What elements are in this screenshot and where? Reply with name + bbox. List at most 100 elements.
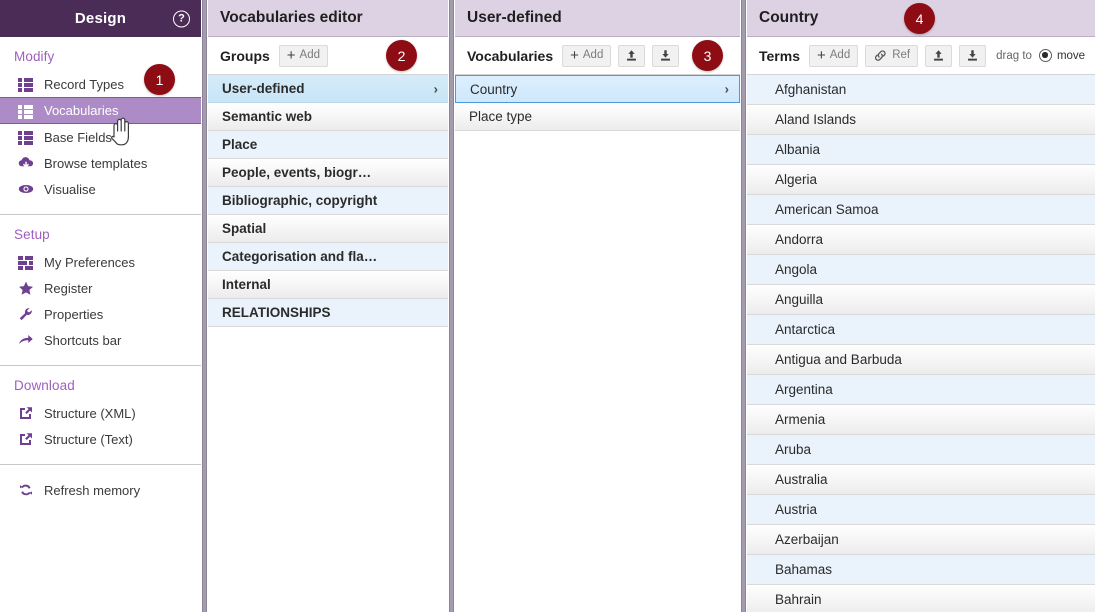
sidebar-item-properties[interactable]: Properties — [0, 301, 201, 327]
upload-icon — [932, 49, 945, 62]
sidebar-item-label: Visualise — [44, 182, 96, 197]
design-panel-title: Design — [75, 10, 126, 27]
radio-move[interactable]: move — [1039, 49, 1085, 62]
groups-row-people-events[interactable]: People, events, biogr… — [208, 159, 448, 187]
arrow-right-curve-icon — [17, 332, 35, 348]
vocabularies-add-label: Add — [583, 50, 603, 62]
table-row[interactable]: Albania — [747, 135, 1095, 165]
sidebar-item-refresh-memory[interactable]: Refresh memory — [0, 477, 201, 503]
row-label: Spatial — [222, 221, 266, 236]
sidebar-item-structure-text[interactable]: Structure (Text) — [0, 426, 201, 452]
table-row[interactable]: Antarctica — [747, 315, 1095, 345]
table-row[interactable]: Bahamas — [747, 555, 1095, 585]
row-label: User-defined — [222, 81, 305, 96]
help-circle-icon[interactable]: ? — [173, 10, 190, 27]
vocabularies-list: Country › Place type — [455, 75, 740, 612]
sidebar-item-label: My Preferences — [44, 255, 135, 270]
sidebar-item-register[interactable]: Register — [0, 275, 201, 301]
terms-add-button[interactable]: + Add — [809, 45, 858, 67]
row-label: Country — [470, 82, 517, 97]
sidebar-item-label: Properties — [44, 307, 103, 322]
sidebar-item-browse-templates[interactable]: Browse templates — [0, 150, 201, 176]
table-row[interactable]: Afghanistan — [747, 75, 1095, 105]
design-sidebar-panel: Design ? Modify Record Types Vocabularie… — [0, 0, 201, 612]
vocabularies-row-country[interactable]: Country › — [455, 75, 740, 103]
sidebar-item-my-preferences[interactable]: My Preferences — [0, 249, 201, 275]
table-row[interactable]: Aland Islands — [747, 105, 1095, 135]
external-link-icon — [17, 431, 35, 447]
groups-row-categorisation[interactable]: Categorisation and fla… — [208, 243, 448, 271]
wrench-icon — [17, 306, 35, 322]
table-row[interactable]: Antigua and Barbuda — [747, 345, 1095, 375]
link-icon — [873, 49, 888, 62]
sidebar-item-label: Record Types — [44, 77, 124, 92]
list-icon — [17, 129, 35, 145]
sidebar-item-label: Register — [44, 281, 92, 296]
chevron-right-icon: › — [725, 82, 729, 97]
term-label: Aland Islands — [775, 112, 856, 127]
table-row[interactable]: Algeria — [747, 165, 1095, 195]
list-icon — [17, 76, 35, 92]
radio-move-label: move — [1057, 50, 1085, 62]
table-row[interactable]: American Samoa — [747, 195, 1095, 225]
groups-add-button[interactable]: + Add — [279, 45, 328, 67]
groups-row-internal[interactable]: Internal — [208, 271, 448, 299]
plus-icon: + — [570, 50, 579, 62]
groups-add-label: Add — [300, 50, 320, 62]
groups-row-user-defined[interactable]: User-defined › — [208, 75, 448, 103]
table-row[interactable]: Australia — [747, 465, 1095, 495]
vocabularies-add-button[interactable]: + Add — [562, 45, 611, 67]
terms-ref-button[interactable]: Ref — [865, 45, 918, 67]
refresh-icon — [17, 482, 35, 498]
sidebar-section-title-download: Download — [0, 376, 201, 400]
terms-panel-header: Country 4 — [747, 0, 1095, 37]
table-row[interactable]: Aruba — [747, 435, 1095, 465]
groups-row-relationships[interactable]: RELATIONSHIPS — [208, 299, 448, 327]
terms-import-button[interactable] — [925, 45, 952, 67]
table-row[interactable]: Austria — [747, 495, 1095, 525]
sidebar-item-label: Base Fields — [44, 130, 112, 145]
sidebar-item-structure-xml[interactable]: Structure (XML) — [0, 400, 201, 426]
term-label: Australia — [775, 472, 828, 487]
sidebar-item-base-fields[interactable]: Base Fields — [0, 124, 201, 150]
splitter-3[interactable] — [740, 0, 747, 612]
table-row[interactable]: Armenia — [747, 405, 1095, 435]
table-row[interactable]: Bahrain — [747, 585, 1095, 612]
groups-row-bibliographic[interactable]: Bibliographic, copyright — [208, 187, 448, 215]
vocabularies-import-button[interactable] — [618, 45, 645, 67]
design-panel-header: Design ? — [0, 0, 201, 37]
vocabularies-row-place-type[interactable]: Place type — [455, 103, 740, 131]
sidebar-section-modify: Modify Record Types Vocabularies Base Fi… — [0, 37, 201, 215]
download-icon — [966, 49, 979, 62]
splitter-1[interactable] — [201, 0, 208, 612]
term-label: Albania — [775, 142, 820, 157]
table-row[interactable]: Argentina — [747, 375, 1095, 405]
terms-export-button[interactable] — [959, 45, 986, 67]
term-label: Angola — [775, 262, 817, 277]
sidebar-item-visualise[interactable]: Visualise — [0, 176, 201, 202]
list-icon — [17, 103, 35, 119]
splitter-2[interactable] — [448, 0, 455, 612]
table-row[interactable]: Anguilla — [747, 285, 1095, 315]
row-label: Categorisation and fla… — [222, 249, 377, 264]
star-icon — [17, 280, 35, 296]
vocabularies-panel-header: User-defined — [455, 0, 740, 37]
table-row[interactable]: Azerbaijan — [747, 525, 1095, 555]
terms-toolbar: Terms + Add Ref — [747, 37, 1095, 75]
table-row[interactable]: Andorra — [747, 225, 1095, 255]
badge-4: 4 — [904, 3, 935, 34]
sidebar-item-vocabularies[interactable]: Vocabularies — [0, 97, 201, 124]
vocabularies-panel-title: User-defined — [467, 9, 562, 27]
sidebar-item-label: Structure (Text) — [44, 432, 133, 447]
terms-toolbar-label: Terms — [759, 48, 800, 64]
term-label: Algeria — [775, 172, 817, 187]
sidebar-item-shortcuts-bar[interactable]: Shortcuts bar — [0, 327, 201, 353]
groups-row-place[interactable]: Place — [208, 131, 448, 159]
vocabularies-export-button[interactable] — [652, 45, 679, 67]
sidebar-item-label: Refresh memory — [44, 483, 140, 498]
groups-row-spatial[interactable]: Spatial — [208, 215, 448, 243]
groups-row-semantic-web[interactable]: Semantic web — [208, 103, 448, 131]
chevron-right-icon: › — [434, 81, 438, 96]
table-row[interactable]: Angola — [747, 255, 1095, 285]
terms-add-label: Add — [830, 50, 850, 62]
